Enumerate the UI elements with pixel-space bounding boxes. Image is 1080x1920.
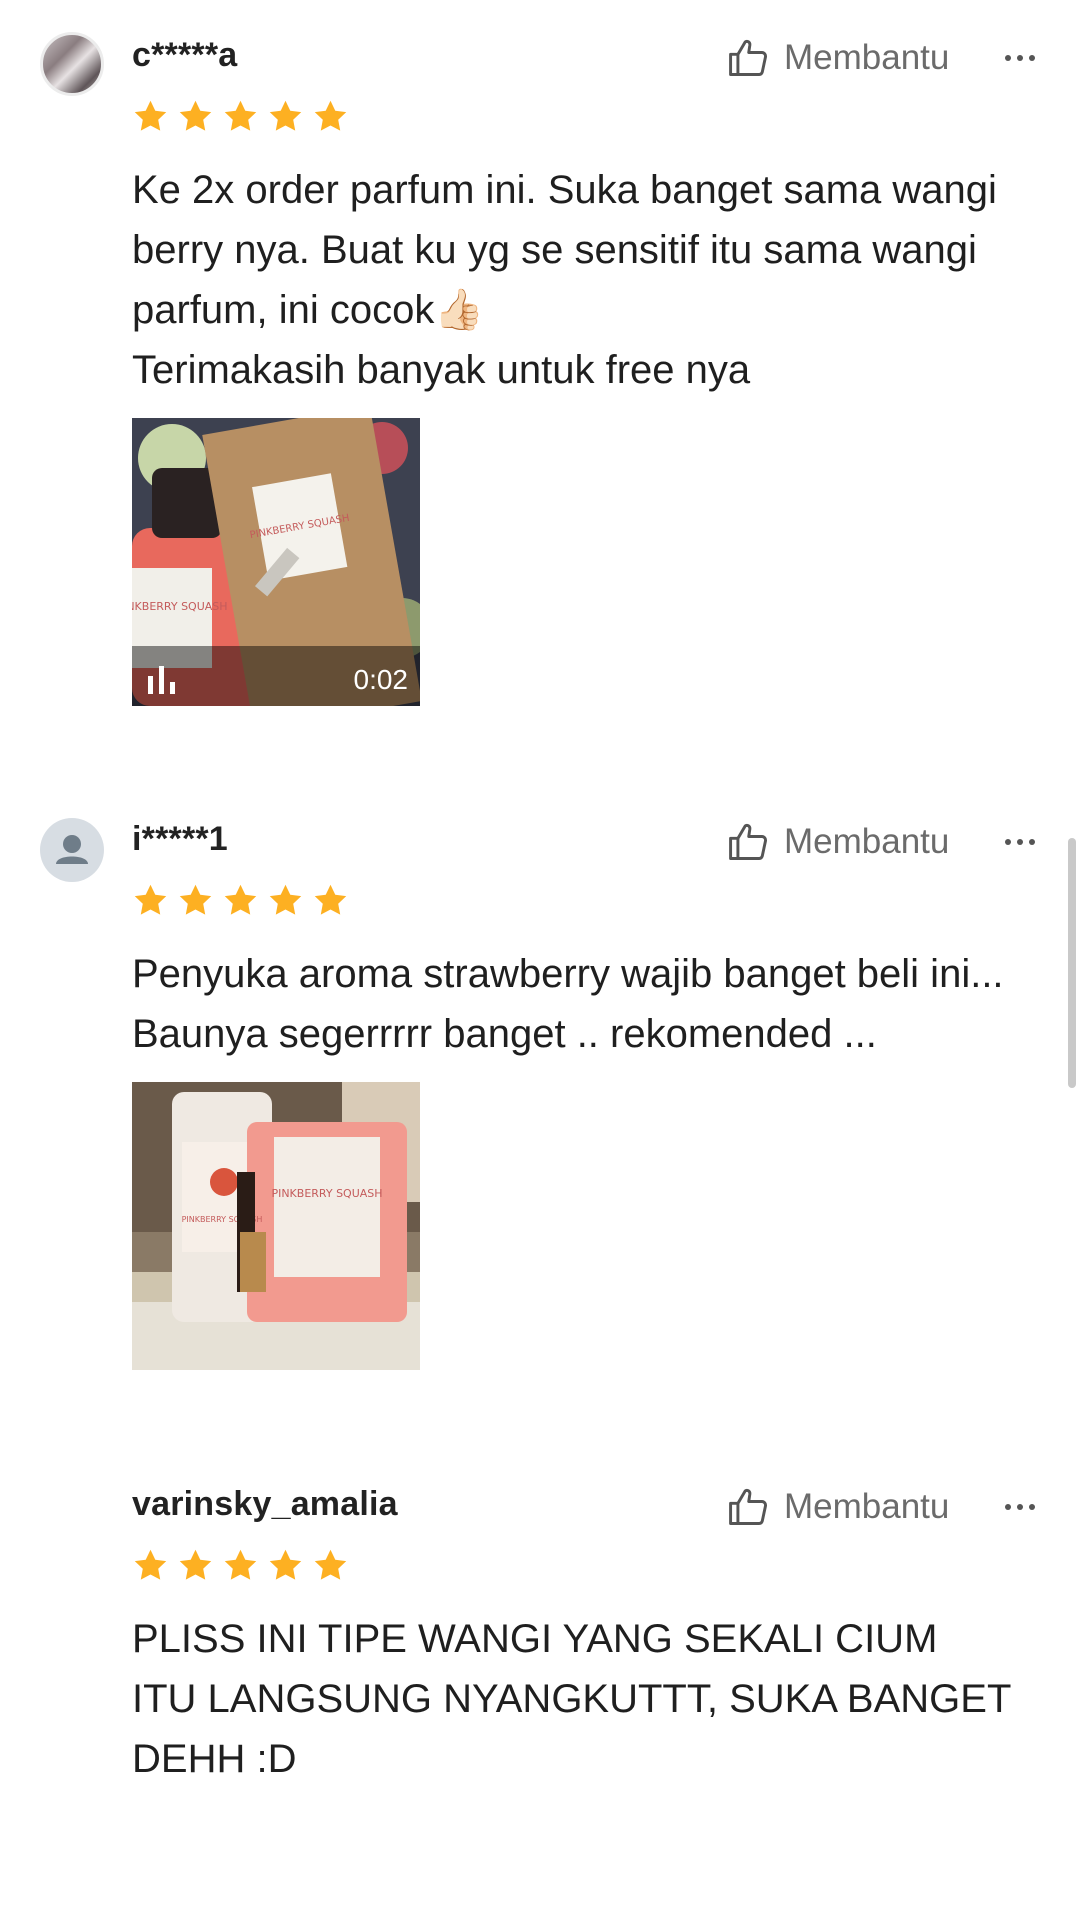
thumbs-up-icon <box>729 39 767 76</box>
helpful-label: Membantu <box>784 822 950 861</box>
star-icon <box>179 1549 212 1580</box>
star-icon <box>134 884 167 915</box>
review-list: c*****a Membantu Ke 2x order parfum ini.… <box>0 0 1080 1920</box>
reviewer-name[interactable]: varinsky_amalia <box>132 1485 398 1524</box>
star-icon <box>314 1549 347 1580</box>
star-icon <box>179 884 212 915</box>
reviewer-name[interactable]: i*****1 <box>132 820 228 859</box>
avatar[interactable] <box>40 32 104 96</box>
helpful-button[interactable]: Membantu <box>726 816 949 868</box>
star-icon <box>269 1549 302 1580</box>
rating-stars <box>132 882 349 919</box>
helpful-label: Membantu <box>784 38 950 77</box>
review-text-line: Terimakasih banyak untuk free nya <box>132 348 751 392</box>
more-options-button[interactable] <box>1000 1483 1040 1531</box>
rating-stars <box>132 98 349 135</box>
review-text-line: PLISS INI TIPE WANGI YANG SEKALI CIUM IT… <box>132 1617 1011 1781</box>
star-icon <box>179 100 212 131</box>
more-dots-icon <box>1005 55 1035 61</box>
audio-bars-icon <box>148 666 175 694</box>
review-text-line: Penyuka aroma strawberry wajib banget be… <box>132 952 1004 1056</box>
photo-frame: PINKBERRY SQUASH PINKBERRY SQUASH <box>132 1082 420 1370</box>
review-text: PLISS INI TIPE WANGI YANG SEKALI CIUM IT… <box>132 1609 1012 1789</box>
thumbs-up-icon <box>729 823 767 860</box>
more-options-button[interactable] <box>1000 34 1040 82</box>
review-text: Penyuka aroma strawberry wajib banget be… <box>132 944 1052 1064</box>
review-photo-thumbnail[interactable]: PINKBERRY SQUASH PINKBERRY SQUASH <box>132 1082 420 1370</box>
avatar[interactable] <box>40 818 104 882</box>
review-text-line: Ke 2x order parfum ini. Suka banget sama… <box>132 168 997 332</box>
star-icon <box>314 884 347 915</box>
review-video-thumbnail[interactable]: PINKBERRY SQUASH PINKBERRY SQUASH 0:02 <box>132 418 420 706</box>
bottle-label-text: PINKBERRY SQUASH <box>271 1187 382 1200</box>
star-icon <box>134 1549 167 1580</box>
helpful-label: Membantu <box>784 1487 950 1526</box>
more-dots-icon <box>1005 1504 1035 1510</box>
reviewer-name[interactable]: c*****a <box>132 36 237 75</box>
more-dots-icon <box>1005 839 1035 845</box>
star-icon <box>224 884 257 915</box>
star-icon <box>314 100 347 131</box>
helpful-button[interactable]: Membantu <box>726 1481 949 1533</box>
star-icon <box>269 884 302 915</box>
bottle-label-text: PINKBERRY SQUASH <box>132 600 228 613</box>
more-options-button[interactable] <box>1000 818 1040 866</box>
star-icon <box>134 100 167 131</box>
star-icon <box>224 1549 257 1580</box>
thumbs-up-icon <box>729 1488 767 1525</box>
rating-stars <box>132 1547 349 1584</box>
video-duration: 0:02 <box>353 664 409 695</box>
review-text: Ke 2x order parfum ini. Suka banget sama… <box>132 160 1052 400</box>
scrollbar[interactable] <box>1068 838 1076 1088</box>
user-icon <box>56 835 88 864</box>
helpful-button[interactable]: Membantu <box>726 32 949 84</box>
star-icon <box>269 100 302 131</box>
star-icon <box>224 100 257 131</box>
